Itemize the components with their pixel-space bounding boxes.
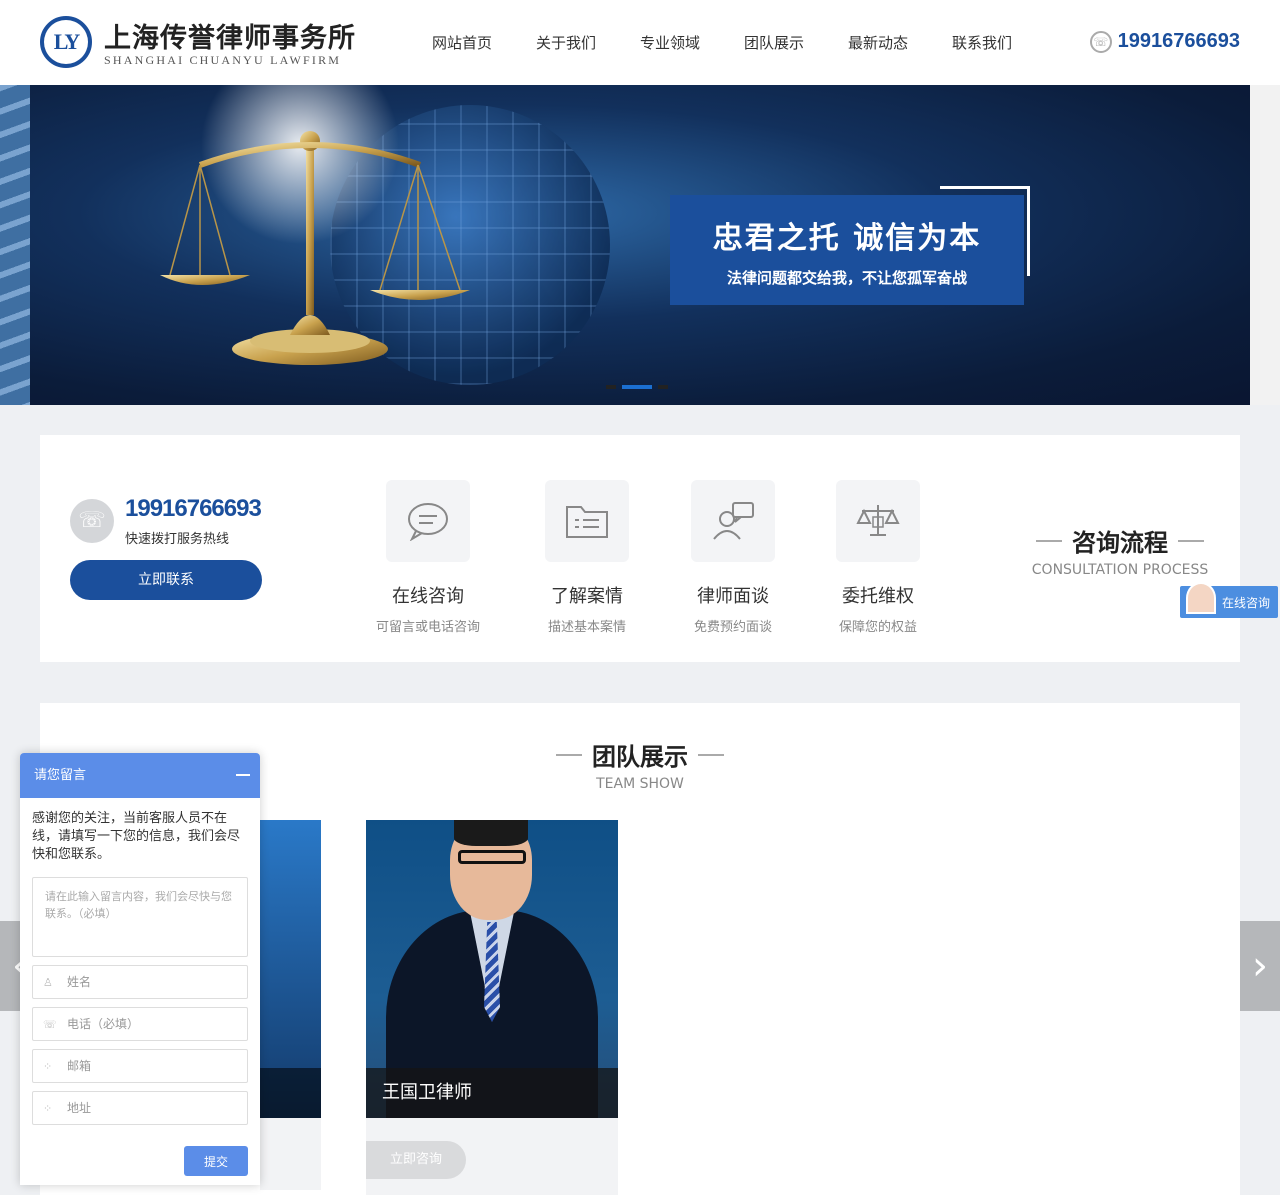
header-phone: ☏ 19916766693 xyxy=(1089,30,1240,53)
header-phone-number: 19916766693 xyxy=(1117,30,1240,52)
card-footer xyxy=(260,1118,321,1190)
step-title: 了解案情 xyxy=(551,586,623,607)
portrait-hair xyxy=(454,820,528,846)
team-card[interactable]: 王国卫律师 xyxy=(366,820,618,1118)
grid-icon: ⁘ xyxy=(43,1060,53,1073)
team-card-partial[interactable] xyxy=(260,820,321,1118)
main-nav: 网站首页 关于我们 专业领域 团队展示 最新动态 联系我们 xyxy=(410,32,1034,53)
heading-rule xyxy=(1178,539,1204,542)
phone-field: ☏ xyxy=(32,1007,248,1041)
nav-about[interactable]: 关于我们 xyxy=(514,32,618,53)
step-sub: 免费预约面谈 xyxy=(693,620,772,635)
user-icon: ♙ xyxy=(43,976,53,989)
slogan-box: 忠君之托 诚信为本 法律问题都交给我，不让您孤军奋战 xyxy=(670,195,1024,305)
contact-now-button[interactable]: 立即联系 xyxy=(70,560,262,600)
step-case-details[interactable]: 了解案情 描述基本案情 xyxy=(512,480,662,635)
lawyer-name: 王国卫律师 xyxy=(366,1068,618,1118)
online-consult-label: 在线咨询 xyxy=(1222,595,1271,610)
balance-scale-icon xyxy=(836,480,920,562)
banner-edge-right xyxy=(1250,85,1280,405)
slide-dot-3[interactable] xyxy=(658,385,668,389)
phone-input[interactable] xyxy=(67,1008,242,1040)
nav-contact[interactable]: 联系我们 xyxy=(930,32,1034,53)
step-sub: 描述基本案情 xyxy=(547,620,626,635)
step-sub: 可留言或电话咨询 xyxy=(375,620,480,635)
hero-banner: 忠君之托 诚信为本 法律问题都交给我，不让您孤军奋战 xyxy=(0,85,1280,405)
brand-name: 上海传誉律师事务所 xyxy=(104,23,356,54)
nav-home[interactable]: 网站首页 xyxy=(410,32,514,53)
consultation-heading: 咨询流程 CONSULTATION PROCESS xyxy=(1020,523,1220,578)
section-subtitle: CONSULTATION PROCESS xyxy=(1031,562,1209,578)
agent-avatar xyxy=(1186,582,1216,614)
nav-practice[interactable]: 专业领域 xyxy=(618,32,722,53)
card-nameplate xyxy=(260,1068,321,1118)
carousel-next-arrow[interactable]: › xyxy=(1240,921,1280,1011)
message-textarea[interactable] xyxy=(32,877,248,957)
heading-rule xyxy=(698,753,724,756)
heading-rule xyxy=(1036,539,1062,542)
name-input[interactable] xyxy=(67,966,242,998)
logo-mark: LY xyxy=(44,20,88,64)
message-form-title: 请您留言 xyxy=(34,768,87,783)
minimize-icon[interactable] xyxy=(236,774,250,776)
nav-team[interactable]: 团队展示 xyxy=(722,32,826,53)
phone-icon: ☏ xyxy=(43,1018,57,1031)
step-title: 在线咨询 xyxy=(392,586,464,607)
step-title: 律师面谈 xyxy=(697,586,769,607)
slide-indicators xyxy=(606,385,668,389)
person-talk-icon xyxy=(691,480,775,562)
consultation-section: ☏ 19916766693 快速拨打服务热线 立即联系 在线咨询 可留言或电话咨… xyxy=(40,435,1240,662)
heading-rule xyxy=(556,753,582,756)
online-consult-tab[interactable]: 在线咨询 xyxy=(1180,582,1278,618)
banner-building-edge xyxy=(0,85,30,405)
message-form-intro: 感谢您的关注，当前客服人员不在线，请填写一下您的信息，我们会尽快和您联系。 xyxy=(32,811,241,862)
slogan-main: 忠君之托 诚信为本 xyxy=(712,221,982,256)
consult-now-button[interactable]: 立即咨询 xyxy=(366,1141,466,1179)
address-field: ⁘ xyxy=(32,1091,248,1125)
email-input[interactable] xyxy=(67,1050,242,1082)
folder-list-icon xyxy=(545,480,629,562)
slide-dot-1[interactable] xyxy=(606,385,616,389)
step-lawyer-meeting[interactable]: 律师面谈 免费预约面谈 xyxy=(658,480,808,635)
name-field: ♙ xyxy=(32,965,248,999)
message-form-header: 请您留言 xyxy=(20,753,260,798)
portrait-glasses xyxy=(458,850,526,864)
nav-news[interactable]: 最新动态 xyxy=(826,32,930,53)
hotline-phone-icon: ☏ xyxy=(70,499,114,543)
chat-bubble-icon xyxy=(386,480,470,562)
hotline-label: 快速拨打服务热线 xyxy=(125,532,230,547)
message-form-widget: 请您留言 感谢您的关注，当前客服人员不在线，请填写一下您的信息，我们会尽快和您联… xyxy=(20,753,260,1185)
slogan-sub: 法律问题都交给我，不让您孤军奋战 xyxy=(726,269,967,287)
justice-scale-icon xyxy=(160,131,470,365)
step-entrust[interactable]: 委托维权 保障您的权益 xyxy=(803,480,953,635)
phone-icon: ☏ xyxy=(1089,30,1112,53)
section-title: 咨询流程 xyxy=(1072,529,1168,557)
email-field: ⁘ xyxy=(32,1049,248,1083)
brand-name-en: SHANGHAI CHUANYU LAWFIRM xyxy=(104,53,342,67)
hotline-number: 19916766693 xyxy=(125,495,262,522)
section-title: 团队展示 xyxy=(592,743,688,771)
address-input[interactable] xyxy=(67,1092,242,1124)
step-sub: 保障您的权益 xyxy=(838,620,917,635)
slide-dot-2[interactable] xyxy=(622,385,652,389)
grid-icon: ⁘ xyxy=(43,1102,53,1115)
step-title: 委托维权 xyxy=(842,586,914,607)
logo[interactable]: LY xyxy=(40,16,92,68)
step-online-consult[interactable]: 在线咨询 可留言或电话咨询 xyxy=(353,480,503,635)
site-header: LY 上海传誉律师事务所 SHANGHAI CHUANYU LAWFIRM 网站… xyxy=(0,0,1280,85)
submit-button[interactable]: 提交 xyxy=(184,1146,248,1176)
